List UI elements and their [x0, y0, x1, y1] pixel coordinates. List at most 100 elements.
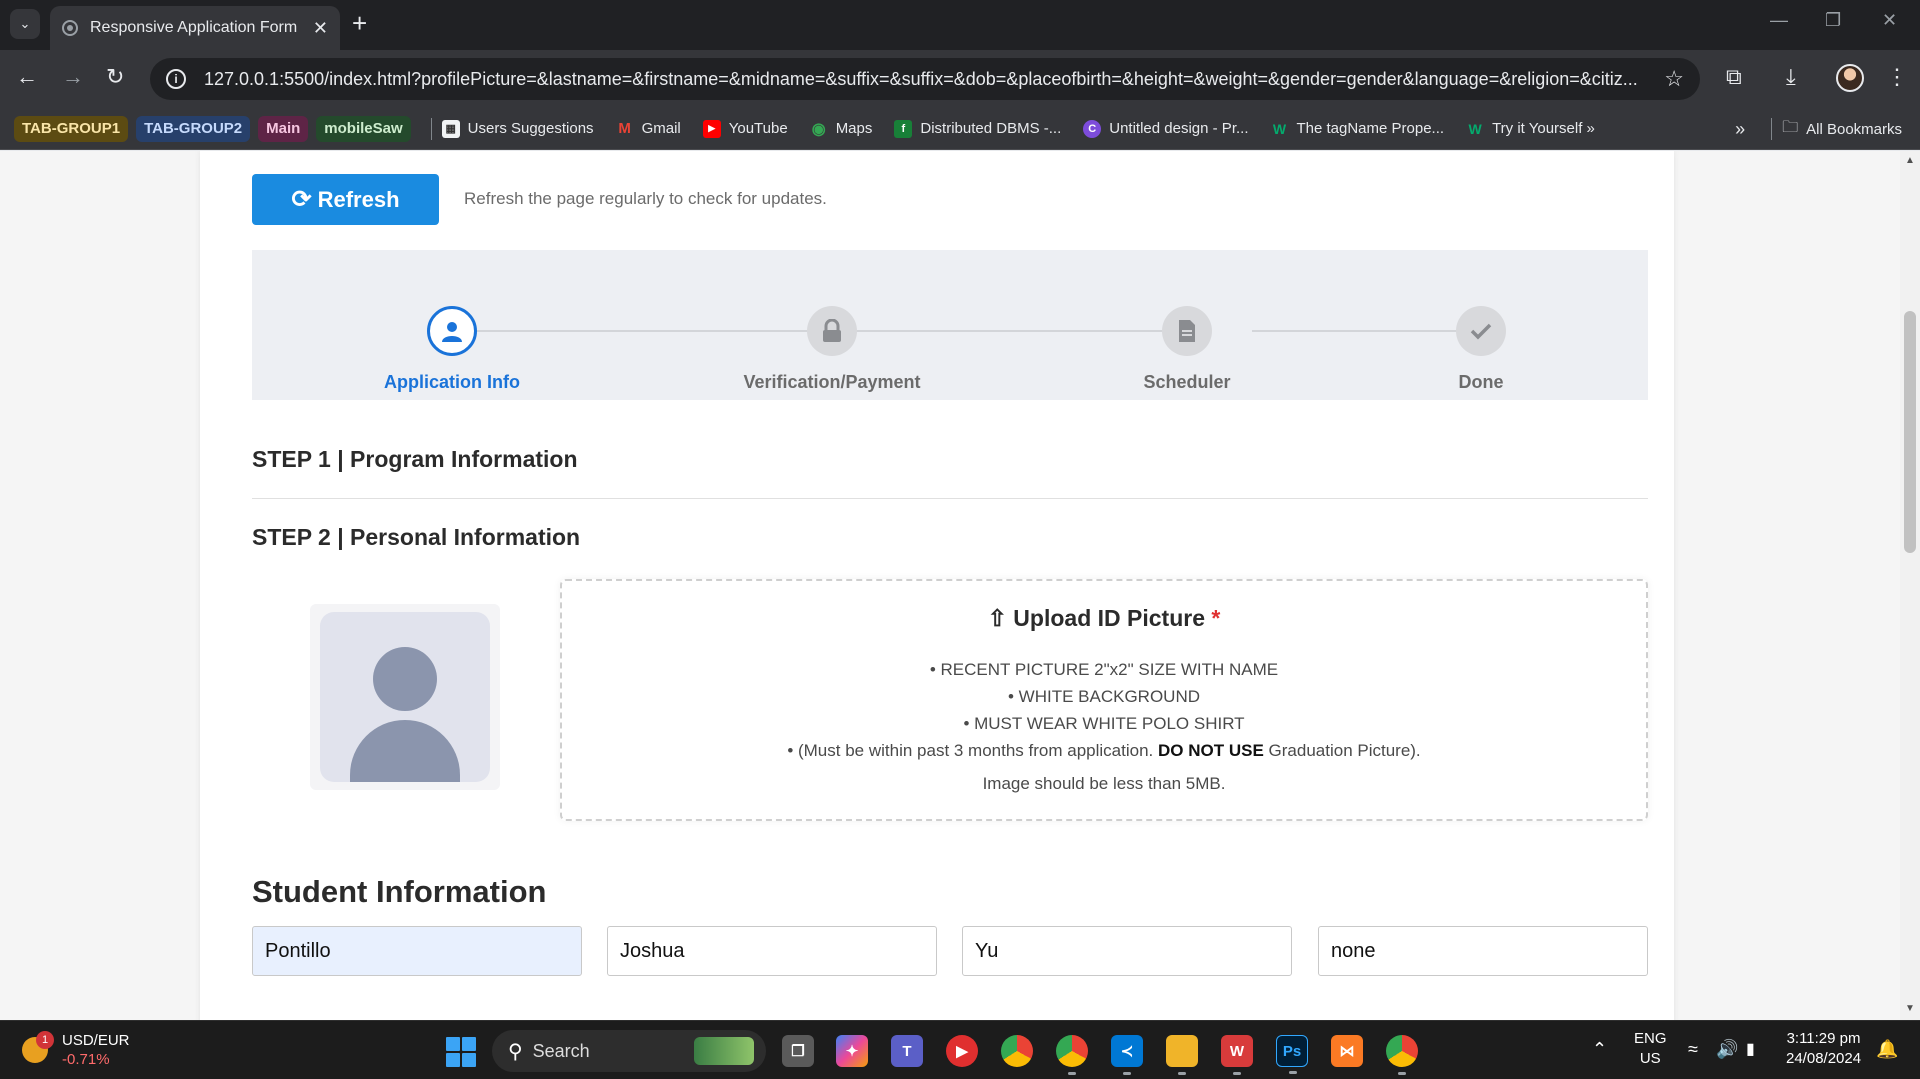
- requirement-item: • MUST WEAR WHITE POLO SHIRT: [963, 714, 1245, 733]
- more-bookmarks-chevron-icon[interactable]: »: [1735, 119, 1745, 140]
- step-verification-payment[interactable]: Verification/Payment: [712, 250, 952, 393]
- step-scheduler[interactable]: Scheduler: [1067, 250, 1307, 393]
- window-close-icon[interactable]: ✕: [1882, 10, 1897, 31]
- bookmark-users-suggestions[interactable]: ▦ Users Suggestions: [441, 119, 594, 138]
- profile-avatar[interactable]: [1836, 64, 1864, 92]
- extensions-icon[interactable]: ⧉: [1726, 66, 1742, 88]
- w3schools-icon: W: [1272, 120, 1287, 137]
- bookmark-label: Users Suggestions: [467, 120, 594, 137]
- task-view-icon[interactable]: ❐: [782, 1035, 814, 1067]
- student-information-title: Student Information: [252, 874, 547, 909]
- volume-icon[interactable]: 🔊: [1716, 1039, 1738, 1060]
- download-icon[interactable]: ⤓: [1786, 66, 1796, 88]
- bookmark-tagname[interactable]: W The tagName Prope...: [1270, 120, 1444, 138]
- required-mark: *: [1211, 605, 1221, 631]
- wifi-icon[interactable]: ≈: [1688, 1039, 1698, 1060]
- bookmark-label: Distributed DBMS -...: [920, 120, 1062, 137]
- wps-office-icon[interactable]: W: [1221, 1035, 1253, 1075]
- bookmark-youtube[interactable]: ▶ YouTube: [702, 119, 788, 138]
- all-bookmarks[interactable]: All Bookmarks: [1806, 121, 1902, 138]
- step-label: Verification/Payment: [743, 372, 921, 392]
- tab-close-icon[interactable]: ✕: [313, 18, 328, 39]
- currency-widget[interactable]: 1 USD/EUR -0.71%: [22, 1031, 130, 1069]
- section-divider: [252, 498, 1648, 499]
- scroll-up-icon[interactable]: ▲: [1905, 155, 1915, 166]
- currency-text: USD/EUR -0.71%: [62, 1031, 130, 1069]
- refresh-button[interactable]: ⟳ Refresh: [252, 174, 439, 225]
- users-suggestions-icon: ▦: [441, 119, 460, 138]
- page-scrollbar[interactable]: ▲ ▼: [1900, 151, 1920, 1020]
- step-application-info[interactable]: Application Info: [332, 250, 572, 393]
- suffix-field[interactable]: [1318, 926, 1648, 976]
- notification-bell-icon[interactable]: 🔔: [1876, 1039, 1898, 1060]
- tab-group-chip[interactable]: Main: [258, 115, 309, 142]
- requirement-text: Graduation Picture).: [1268, 741, 1421, 760]
- back-icon[interactable]: ←: [16, 66, 38, 88]
- minimize-icon[interactable]: —: [1770, 10, 1788, 31]
- clock-time: 3:11:29 pm: [1786, 1030, 1861, 1047]
- currency-icon: 1: [22, 1031, 54, 1063]
- language-indicator[interactable]: ENG US: [1634, 1029, 1667, 1069]
- battery-icon[interactable]: ▮: [1746, 1039, 1755, 1059]
- profile-photo-placeholder[interactable]: [310, 604, 500, 790]
- reload-icon[interactable]: ↻: [106, 66, 124, 88]
- windows-start-icon[interactable]: [446, 1037, 476, 1067]
- browser-tab[interactable]: Responsive Application Form ✕: [50, 6, 340, 50]
- new-tab-icon[interactable]: +: [352, 10, 367, 36]
- firstname-field[interactable]: [607, 926, 937, 976]
- chrome-canary-icon[interactable]: [1386, 1035, 1418, 1075]
- taskbar-search[interactable]: ⚲ Search: [492, 1030, 766, 1072]
- lastname-field[interactable]: [252, 926, 582, 976]
- xampp-icon[interactable]: ⋈: [1331, 1035, 1363, 1067]
- step-label: Application Info: [384, 372, 520, 392]
- copilot-icon[interactable]: ✦: [836, 1035, 868, 1067]
- vscode-icon[interactable]: ≺: [1111, 1035, 1143, 1075]
- media-player-icon[interactable]: ▶: [946, 1035, 978, 1067]
- tab-group-chip[interactable]: TAB-GROUP1: [14, 115, 129, 142]
- gmail-icon: M: [618, 120, 631, 137]
- bookmark-untitled-design[interactable]: C Untitled design - Pr...: [1083, 119, 1248, 138]
- chrome-profile-icon[interactable]: [1056, 1035, 1088, 1075]
- restore-icon[interactable]: ❐: [1825, 10, 1841, 31]
- bookmark-try-it-yourself[interactable]: W Try it Yourself »: [1466, 120, 1594, 138]
- tab-search-chevron-icon[interactable]: ⌄: [10, 9, 40, 39]
- bookmark-gmail[interactable]: M Gmail: [616, 120, 680, 138]
- windows-taskbar: 1 USD/EUR -0.71% ⚲ Search ❐ ✦ T ▶ ≺ W Ps…: [0, 1020, 1920, 1079]
- show-hidden-icons-chevron-icon[interactable]: ⌃: [1592, 1039, 1607, 1060]
- user-icon: [427, 306, 477, 356]
- bookmark-label: YouTube: [728, 120, 788, 137]
- search-icon: ⚲: [508, 1040, 523, 1063]
- tab-group-chip[interactable]: TAB-GROUP2: [136, 115, 251, 142]
- upload-title-text: ⇧ Upload ID Picture: [987, 605, 1205, 631]
- bookmarks-right: » 🗀 All Bookmarks: [1735, 108, 1902, 150]
- language-bottom: US: [1639, 1050, 1661, 1067]
- clock[interactable]: 3:11:29 pm 24/08/2024: [1786, 1029, 1861, 1069]
- browser-tab-bar: ⌄ Responsive Application Form ✕ + — ❐ ✕: [0, 0, 1920, 50]
- step-done[interactable]: Done: [1361, 250, 1601, 393]
- bookmark-star-icon[interactable]: ☆: [1664, 66, 1684, 92]
- forward-icon[interactable]: →: [62, 66, 84, 88]
- bookmarks-separator: [1771, 118, 1773, 140]
- middlename-field[interactable]: [962, 926, 1292, 976]
- upload-title: ⇧ Upload ID Picture *: [562, 605, 1646, 632]
- bookmark-distributed-dbms[interactable]: f Distributed DBMS -...: [894, 119, 1062, 138]
- currency-symbol: USD/EUR: [62, 1032, 130, 1049]
- upload-id-picture-dropzone[interactable]: ⇧ Upload ID Picture * • RECENT PICTURE 2…: [560, 579, 1648, 821]
- teams-icon[interactable]: T: [891, 1035, 923, 1067]
- chrome-icon[interactable]: [1001, 1035, 1033, 1067]
- file-explorer-icon[interactable]: [1166, 1035, 1198, 1075]
- requirement-item: • (Must be within past 3 months from app…: [562, 737, 1646, 764]
- photoshop-icon[interactable]: Ps: [1276, 1035, 1308, 1074]
- scroll-thumb[interactable]: [1904, 311, 1916, 553]
- progress-stepper: Application Info Verification/Payment Sc…: [252, 250, 1648, 400]
- url-text[interactable]: 127.0.0.1:5500/index.html?profilePicture…: [204, 69, 1652, 90]
- address-bar[interactable]: i 127.0.0.1:5500/index.html?profilePictu…: [150, 58, 1700, 100]
- check-icon: [1456, 306, 1506, 356]
- scroll-down-icon[interactable]: ▼: [1905, 1003, 1915, 1014]
- refresh-note: Refresh the page regularly to check for …: [464, 189, 827, 208]
- bookmark-maps[interactable]: ◉ Maps: [810, 120, 873, 138]
- more-menu-icon[interactable]: ⋮: [1886, 66, 1908, 88]
- requirement-text: • (Must be within past 3 months from app…: [787, 741, 1154, 760]
- tab-group-chip[interactable]: mobileSaw: [316, 115, 411, 142]
- site-info-icon[interactable]: i: [166, 69, 186, 89]
